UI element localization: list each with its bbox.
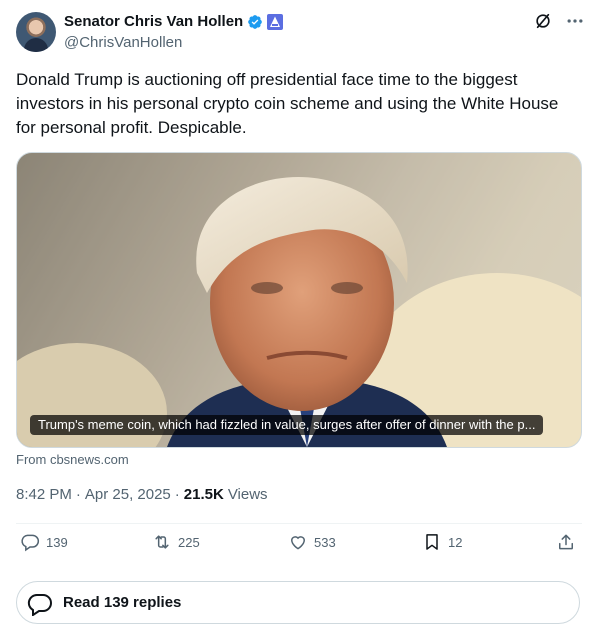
repost-count: 225 bbox=[178, 534, 200, 550]
government-affiliation-icon bbox=[267, 14, 284, 30]
more-icon[interactable] bbox=[566, 12, 584, 30]
bookmark-button[interactable]: 12 bbox=[422, 532, 462, 552]
replies-bubble-icon bbox=[27, 593, 52, 616]
read-replies-label: Read 139 replies bbox=[63, 594, 182, 611]
reply-count: 139 bbox=[46, 534, 68, 550]
meta-separator: · bbox=[75, 486, 81, 503]
divider bbox=[16, 523, 582, 524]
repost-button[interactable]: 225 bbox=[152, 532, 200, 552]
header-actions bbox=[534, 12, 584, 30]
action-bar: 139 225 533 12 bbox=[16, 532, 582, 564]
heart-icon bbox=[290, 536, 306, 550]
card-caption: Trump's meme coin, which had fizzled in … bbox=[30, 415, 544, 435]
card-source[interactable]: From cbsnews.com bbox=[16, 452, 129, 467]
reply-button[interactable]: 139 bbox=[20, 532, 68, 552]
card-image bbox=[17, 153, 581, 447]
tweet-header: Senator Chris Van Hollen @ChrisVanHollen bbox=[16, 12, 584, 54]
views-label: Views bbox=[227, 486, 268, 503]
tweet-date[interactable]: Apr 25, 2025 bbox=[85, 486, 171, 503]
grok-icon[interactable] bbox=[534, 12, 552, 30]
verified-badge-icon bbox=[247, 14, 263, 30]
bookmark-icon bbox=[426, 534, 438, 550]
views-count: 21.5K bbox=[183, 486, 224, 503]
share-icon bbox=[559, 534, 573, 550]
repost-icon bbox=[155, 535, 169, 549]
reply-icon bbox=[21, 534, 40, 552]
tweet-text: Donald Trump is auctioning off president… bbox=[16, 70, 559, 137]
tweet-time[interactable]: 8:42 PM bbox=[16, 486, 72, 503]
like-button[interactable]: 533 bbox=[288, 532, 336, 552]
tweet-meta: 8:42 PM · Apr 25, 2025 · 21.5K Views bbox=[16, 486, 268, 503]
link-card[interactable]: Trump's meme coin, which had fizzled in … bbox=[16, 152, 582, 448]
handle[interactable]: @ChrisVanHollen bbox=[64, 34, 182, 52]
read-replies-button[interactable]: Read 139 replies bbox=[16, 581, 580, 624]
share-button[interactable] bbox=[556, 532, 576, 552]
meta-separator: · bbox=[174, 486, 180, 503]
bookmark-count: 12 bbox=[448, 534, 463, 550]
avatar[interactable] bbox=[16, 12, 56, 52]
like-count: 533 bbox=[314, 534, 336, 550]
name-row: Senator Chris Van Hollen bbox=[64, 12, 284, 32]
display-name[interactable]: Senator Chris Van Hollen bbox=[64, 12, 243, 32]
